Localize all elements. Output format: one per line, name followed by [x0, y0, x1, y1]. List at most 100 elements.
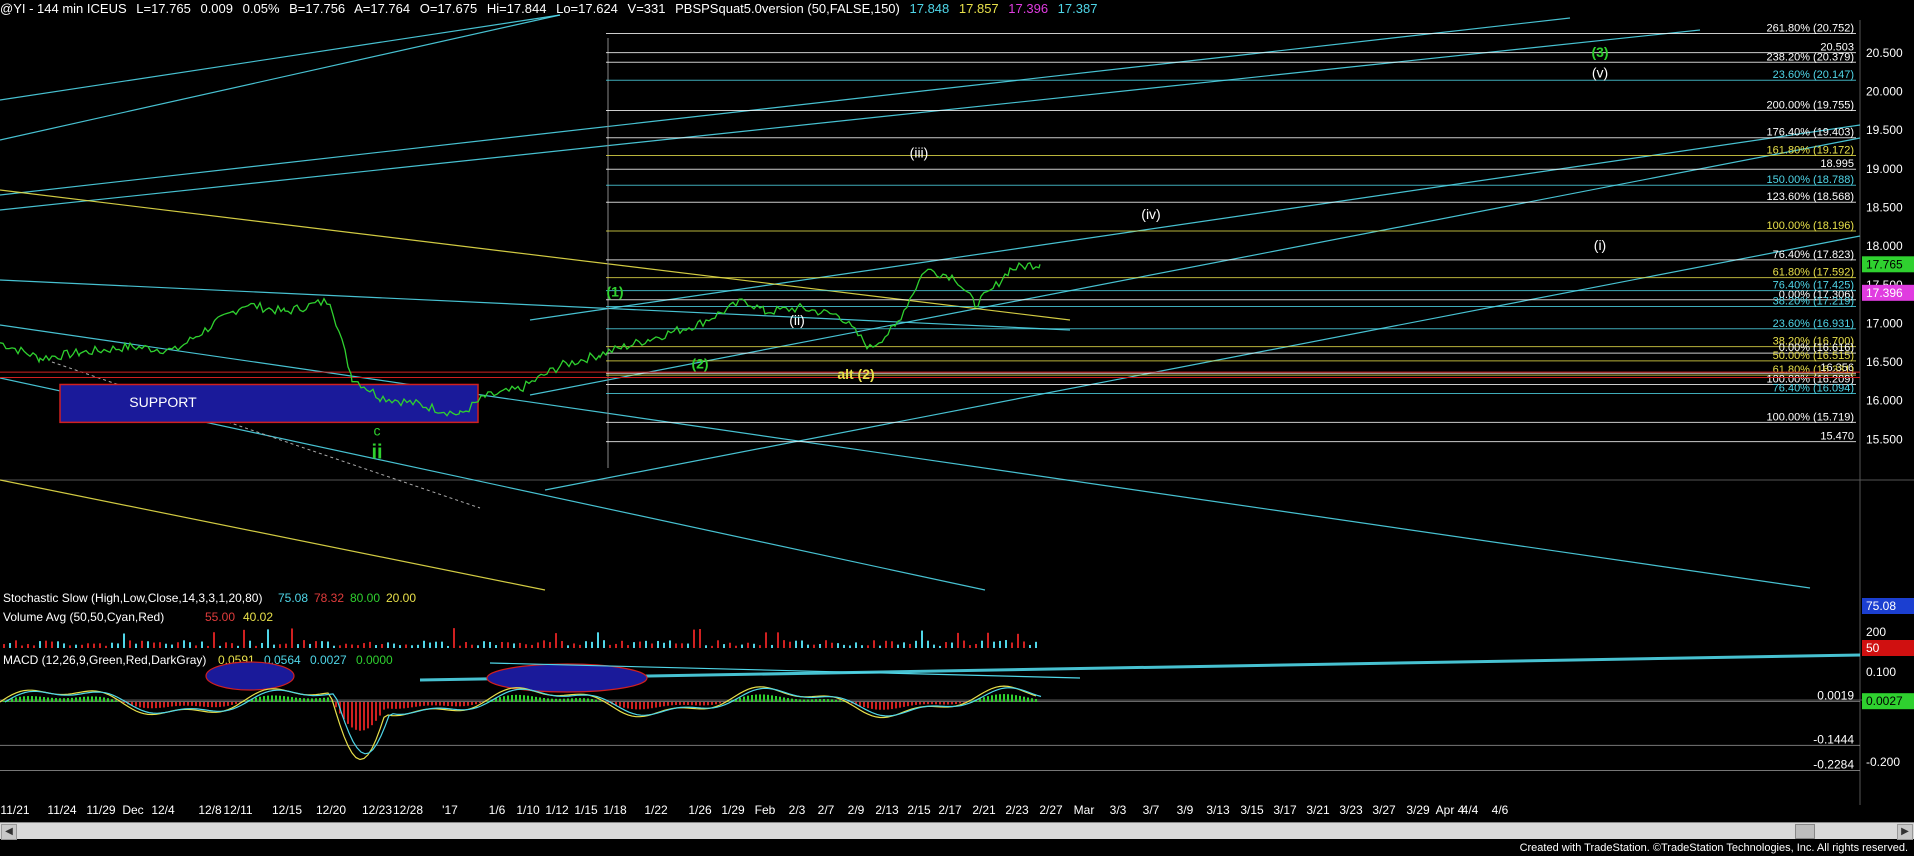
y-tick-label: 20.500	[1866, 46, 1903, 60]
trend-line	[0, 17, 1571, 196]
fib-level-label: 15.470	[1820, 431, 1854, 443]
x-tick-label: 3/21	[1306, 803, 1330, 817]
price-tag-label: 17.765	[1866, 257, 1903, 271]
x-tick-label: 11/24	[47, 803, 76, 817]
wave-label: (i)	[1594, 237, 1606, 253]
stochastic-value: 78.32	[314, 591, 344, 605]
price-tag-label: 17.396	[1866, 286, 1903, 300]
study-name: PBSPSquat5.0version (50,FALSE,150)	[675, 1, 900, 16]
bid-price: B=17.756	[289, 1, 346, 16]
y-tick-label: 17.000	[1866, 316, 1903, 330]
x-tick-label: 1/12	[545, 803, 569, 817]
x-tick-label: 4/4	[1462, 803, 1479, 817]
macd-level-label: 0.0019	[1817, 688, 1854, 702]
fib-level-label: 76.40% (17.823)	[1773, 249, 1854, 261]
fib-level-label: 176.40% (19.403)	[1767, 127, 1854, 139]
x-tick-label: 3/27	[1372, 803, 1396, 817]
trend-line	[0, 14, 561, 101]
symbol-label: @YI - 144 min ICEUS	[0, 1, 127, 16]
fib-level-label: 76.40% (16.094)	[1773, 382, 1854, 394]
y-tick-label: 16.500	[1866, 355, 1903, 369]
y-tick-label: 15.500	[1866, 432, 1903, 446]
x-tick-label: Mar	[1074, 803, 1095, 817]
x-tick-label: 12/4	[151, 803, 175, 817]
x-tick-label: 3/7	[1143, 803, 1160, 817]
x-tick-label: 3/23	[1339, 803, 1363, 817]
fib-level-label: 18.995	[1820, 158, 1854, 170]
study-value-1: 17.848	[909, 1, 950, 16]
y-tick-label: 19.000	[1866, 162, 1903, 176]
chart-header: @YI - 144 min ICEUS L=17.765 0.009 0.05%…	[0, 0, 1103, 18]
wave-label: (3)	[1591, 44, 1608, 60]
x-tick-label: '17	[442, 803, 458, 817]
wave-label: alt (2)	[837, 366, 874, 382]
x-tick-label: 2/15	[907, 803, 931, 817]
trend-line	[0, 14, 561, 141]
x-tick-label: 3/15	[1240, 803, 1264, 817]
macd-highlight-ellipse	[205, 661, 295, 691]
wave-label: ii	[371, 442, 382, 464]
x-tick-label: 12/20	[316, 803, 346, 817]
fib-level-label: 23.60% (16.931)	[1773, 318, 1854, 330]
study-value-3: 17.396	[1008, 1, 1049, 16]
wave-label: (1)	[606, 283, 623, 299]
fib-level-label: 261.80% (20.752)	[1767, 22, 1854, 34]
x-tick-label: 4/6	[1492, 803, 1509, 817]
fib-level-label: 23.60% (20.147)	[1773, 69, 1854, 81]
trend-line	[0, 324, 1811, 589]
x-tick-label: 1/10	[516, 803, 540, 817]
x-tick-label: Apr 4	[1436, 803, 1465, 817]
x-tick-label: 12/8	[198, 803, 222, 817]
y-tick-label: 16.000	[1866, 394, 1903, 408]
x-tick-label: 2/3	[789, 803, 806, 817]
y-tick-label: 19.500	[1866, 123, 1903, 137]
volume-title: Volume Avg (50,50,Cyan,Red)	[3, 610, 164, 624]
x-tick-label: 3/29	[1406, 803, 1430, 817]
wave-label: (iv)	[1141, 206, 1160, 222]
volume-value: 55.00	[205, 610, 235, 624]
scroll-right-icon[interactable]: ▶	[1897, 824, 1913, 840]
scroll-thumb[interactable]	[1795, 824, 1815, 839]
fib-level-label: 38.20% (17.219)	[1773, 295, 1854, 307]
support-box	[59, 383, 479, 424]
horizontal-scrollbar[interactable]: ◀ ▶	[0, 822, 1914, 840]
macd-value: 0.0027	[310, 653, 347, 667]
macd-title: MACD (12,26,9,Green,Red,DarkGray)	[3, 653, 206, 667]
macd-value: 0.0000	[356, 653, 393, 667]
wave-label: (v)	[1592, 65, 1608, 81]
x-tick-label: 1/15	[574, 803, 598, 817]
x-tick-label: 1/22	[644, 803, 668, 817]
net-change: 0.009	[200, 1, 234, 16]
fib-level-label: 61.80% (17.592)	[1773, 267, 1854, 279]
stochastic-value: 75.08	[278, 591, 308, 605]
high-price: Hi=17.844	[486, 1, 547, 16]
macd-level-label: -0.2284	[1813, 758, 1854, 772]
macd-axis-label: -0.200	[1866, 755, 1900, 769]
x-tick-label: 12/23	[362, 803, 392, 817]
volume-axis-label: 50	[1866, 641, 1880, 655]
scroll-left-icon[interactable]: ◀	[1, 824, 17, 840]
wave-label: c	[374, 422, 381, 438]
stochastic-value: 20.00	[386, 591, 416, 605]
macd-axis-label: 0.100	[1866, 665, 1896, 679]
x-tick-label: 11/21	[0, 803, 29, 817]
x-tick-label: 1/18	[603, 803, 627, 817]
x-tick-label: 2/7	[818, 803, 835, 817]
fib-level-label: 123.60% (18.568)	[1767, 191, 1854, 203]
ask-price: A=17.764	[354, 1, 411, 16]
fib-level-label: 150.00% (18.788)	[1767, 174, 1854, 186]
wave-label: SUPPORT	[129, 394, 197, 410]
volume-value: 40.02	[243, 610, 273, 624]
pct-change: 0.05%	[242, 1, 280, 16]
y-tick-label: 18.500	[1866, 200, 1903, 214]
x-tick-label: 12/11	[223, 803, 252, 817]
x-tick-label: 2/23	[1005, 803, 1029, 817]
price-chart: 261.80% (20.752)20.503238.20% (20.379)23…	[0, 14, 1914, 817]
x-tick-label: 2/17	[938, 803, 962, 817]
trend-line	[0, 479, 546, 591]
x-tick-label: 1/6	[489, 803, 506, 817]
y-tick-label: 18.000	[1866, 239, 1903, 253]
x-tick-label: 3/9	[1177, 803, 1194, 817]
macd-level-label: -0.1444	[1813, 732, 1854, 746]
x-tick-label: 2/9	[848, 803, 865, 817]
